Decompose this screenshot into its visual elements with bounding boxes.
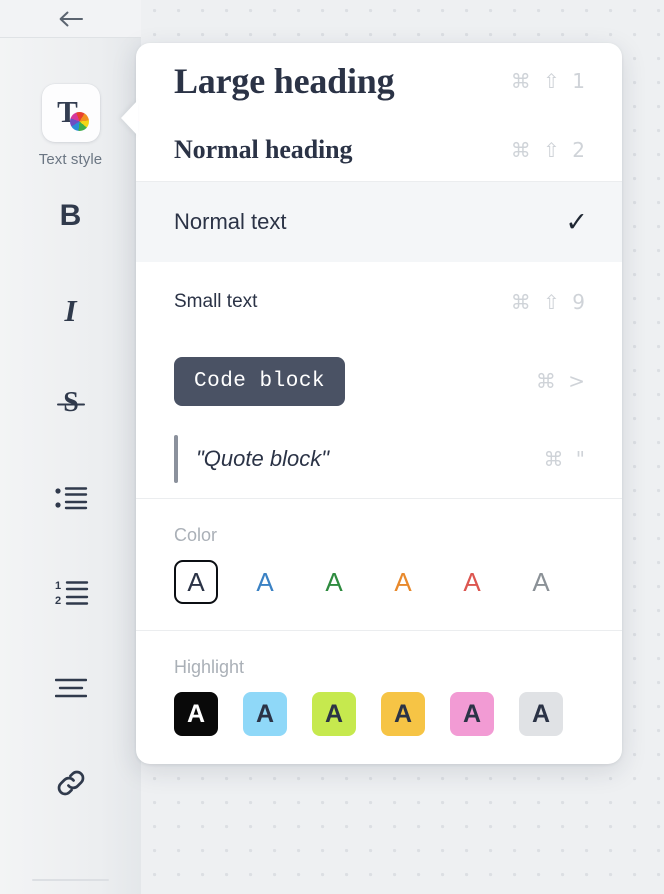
style-option-quote-block[interactable]: "Quote block" ⌘ " xyxy=(136,420,622,498)
style-option-label: "Quote block" xyxy=(196,446,330,471)
svg-text:S: S xyxy=(63,387,79,418)
toolbar-bottom-divider xyxy=(32,879,109,881)
toolbar-item-align[interactable] xyxy=(0,643,141,738)
quote-preview: "Quote block" xyxy=(174,435,329,483)
toolbar-item-text-style[interactable]: T Text style xyxy=(39,84,103,168)
bold-icon: B xyxy=(59,198,82,232)
style-option-small-text[interactable]: Small text ⌘ ⇧ 9 xyxy=(136,262,622,342)
style-option-normal-heading[interactable]: Normal heading ⌘ ⇧ 2 xyxy=(136,119,622,181)
text-style-chip[interactable]: T xyxy=(41,84,100,142)
strikethrough-icon: S xyxy=(54,386,88,425)
style-option-shortcut: ⌘ ⇧ 2 xyxy=(510,138,588,162)
swatch-letter: A xyxy=(255,699,275,728)
color-swatch-red[interactable]: A xyxy=(450,560,494,604)
highlight-section-title: Highlight xyxy=(174,657,245,677)
swatch-letter: A xyxy=(325,566,343,597)
color-swatch-green[interactable]: A xyxy=(312,560,356,604)
align-icon xyxy=(54,678,87,703)
toolbar-item-list: T Text style B I S 1 2 xyxy=(0,38,141,833)
link-icon xyxy=(54,766,88,805)
color-swatch-default[interactable]: A xyxy=(174,560,218,604)
highlight-swatch-row: A A A A A A xyxy=(174,692,584,736)
style-option-shortcut: ⌘ ⇧ 9 xyxy=(510,290,588,314)
toolbar-item-bold[interactable]: B xyxy=(0,168,141,263)
swatch-letter: A xyxy=(532,566,550,597)
toolbar-header xyxy=(0,0,141,38)
color-section: Color A A A A A A xyxy=(136,499,622,630)
color-swatch-gray[interactable]: A xyxy=(519,560,563,604)
highlight-swatch-black[interactable]: A xyxy=(174,692,218,736)
color-section-title: Color xyxy=(174,525,218,545)
swatch-letter: A xyxy=(187,566,205,597)
style-option-large-heading[interactable]: Large heading ⌘ ⇧ 1 xyxy=(136,43,622,119)
style-option-shortcut: ⌘ > xyxy=(535,369,588,393)
style-option-label: Normal text xyxy=(174,209,287,234)
toolbar-item-link[interactable] xyxy=(0,738,141,833)
formatting-toolbar: T Text style B I S 1 2 xyxy=(0,0,141,894)
check-icon: ✓ xyxy=(565,206,588,238)
swatch-letter: A xyxy=(256,566,274,597)
body-styles-group: Normal text ✓ Small text ⌘ ⇧ 9 Code bloc… xyxy=(136,182,622,498)
color-swatch-blue[interactable]: A xyxy=(243,560,287,604)
swatch-letter: A xyxy=(531,699,551,728)
swatch-letter: A xyxy=(393,699,413,728)
toolbar-item-italic[interactable]: I xyxy=(0,263,141,358)
style-option-normal-text[interactable]: Normal text ✓ xyxy=(136,182,622,262)
highlight-swatch-lime[interactable]: A xyxy=(312,692,356,736)
highlight-swatch-gray[interactable]: A xyxy=(519,692,563,736)
style-option-label: Code block xyxy=(174,356,346,406)
svg-text:2: 2 xyxy=(55,595,61,606)
color-swatch-orange[interactable]: A xyxy=(381,560,425,604)
swatch-letter: A xyxy=(186,699,206,728)
highlight-swatch-amber[interactable]: A xyxy=(381,692,425,736)
swatch-letter: A xyxy=(394,566,412,597)
toolbar-item-strikethrough[interactable]: S xyxy=(0,358,141,453)
bulleted-list-icon xyxy=(54,486,88,515)
back-button[interactable] xyxy=(49,5,93,33)
style-option-label: Small text xyxy=(174,291,258,312)
heading-styles-group: Large heading ⌘ ⇧ 1 Normal heading ⌘ ⇧ 2 xyxy=(136,43,622,181)
swatch-letter: A xyxy=(463,566,481,597)
style-option-shortcut: ⌘ " xyxy=(543,447,588,471)
swatch-letter: A xyxy=(462,699,482,728)
style-option-shortcut: ⌘ ⇧ 1 xyxy=(510,69,588,93)
toolbar-item-numbered-list[interactable]: 1 2 xyxy=(0,548,141,643)
style-option-label: Normal heading xyxy=(174,135,353,164)
color-swatch-row: A A A A A A xyxy=(174,560,584,604)
highlight-swatch-pink[interactable]: A xyxy=(450,692,494,736)
panel-pointer xyxy=(121,100,138,136)
numbered-list-icon: 1 2 xyxy=(53,580,89,611)
color-wheel-icon xyxy=(69,112,89,131)
swatch-letter: A xyxy=(324,699,344,728)
text-style-panel: Large heading ⌘ ⇧ 1 Normal heading ⌘ ⇧ 2… xyxy=(136,43,622,764)
style-option-code-block[interactable]: Code block ⌘ > xyxy=(136,342,622,420)
highlight-section: Highlight A A A A A A xyxy=(136,631,622,762)
editor-canvas: T Text style B I S 1 2 Large heading ⌘ ⇧… xyxy=(0,0,664,894)
style-option-label: Large heading xyxy=(174,61,395,101)
toolbar-item-label: Text style xyxy=(38,151,103,168)
back-arrow-icon xyxy=(58,10,84,28)
svg-text:1: 1 xyxy=(55,580,61,592)
italic-icon: I xyxy=(64,293,77,328)
toolbar-item-bulleted-list[interactable] xyxy=(0,453,141,548)
quote-bar-icon xyxy=(174,435,178,483)
highlight-swatch-blue[interactable]: A xyxy=(243,692,287,736)
